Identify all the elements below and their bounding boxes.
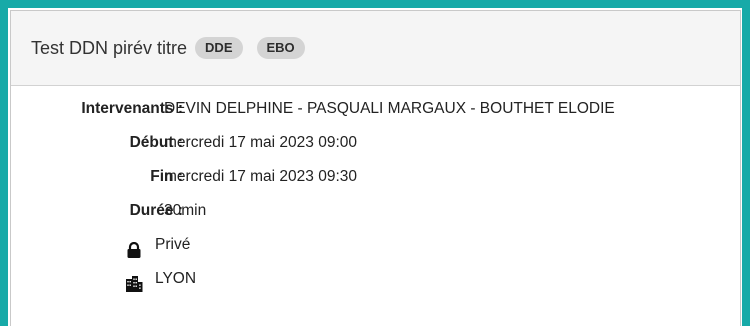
start-row: Début : mercredi 17 mai 2023 09:00 bbox=[0, 126, 750, 160]
location-row: LYON bbox=[0, 262, 750, 296]
privacy-text: Privé bbox=[155, 236, 191, 253]
duration-row: Durée : 30min bbox=[0, 194, 750, 228]
participants-value: DEVIN DELPHINE - PASQUALI MARGAUX - BOUT… bbox=[164, 100, 615, 117]
badge-dde: DDE bbox=[195, 37, 243, 59]
event-details: Intervenants : DEVIN DELPHINE - PASQUALI… bbox=[0, 92, 750, 296]
building-icon bbox=[125, 271, 143, 292]
start-value: mercredi 17 mai 2023 09:00 bbox=[164, 134, 358, 151]
event-card-header: Test DDN pirév titre DDE EBO bbox=[11, 11, 740, 86]
participants-row: Intervenants : DEVIN DELPHINE - PASQUALI… bbox=[0, 92, 750, 126]
badge-ebo: EBO bbox=[256, 37, 305, 59]
event-title: Test DDN pirév titre bbox=[31, 37, 188, 58]
location-text: LYON bbox=[155, 270, 197, 287]
end-value: mercredi 17 mai 2023 09:30 bbox=[164, 168, 358, 185]
privacy-row: Privé bbox=[0, 228, 750, 262]
lock-icon bbox=[125, 237, 143, 258]
duration-value: 30min bbox=[164, 202, 207, 219]
end-row: Fin : mercredi 17 mai 2023 09:30 bbox=[0, 160, 750, 194]
